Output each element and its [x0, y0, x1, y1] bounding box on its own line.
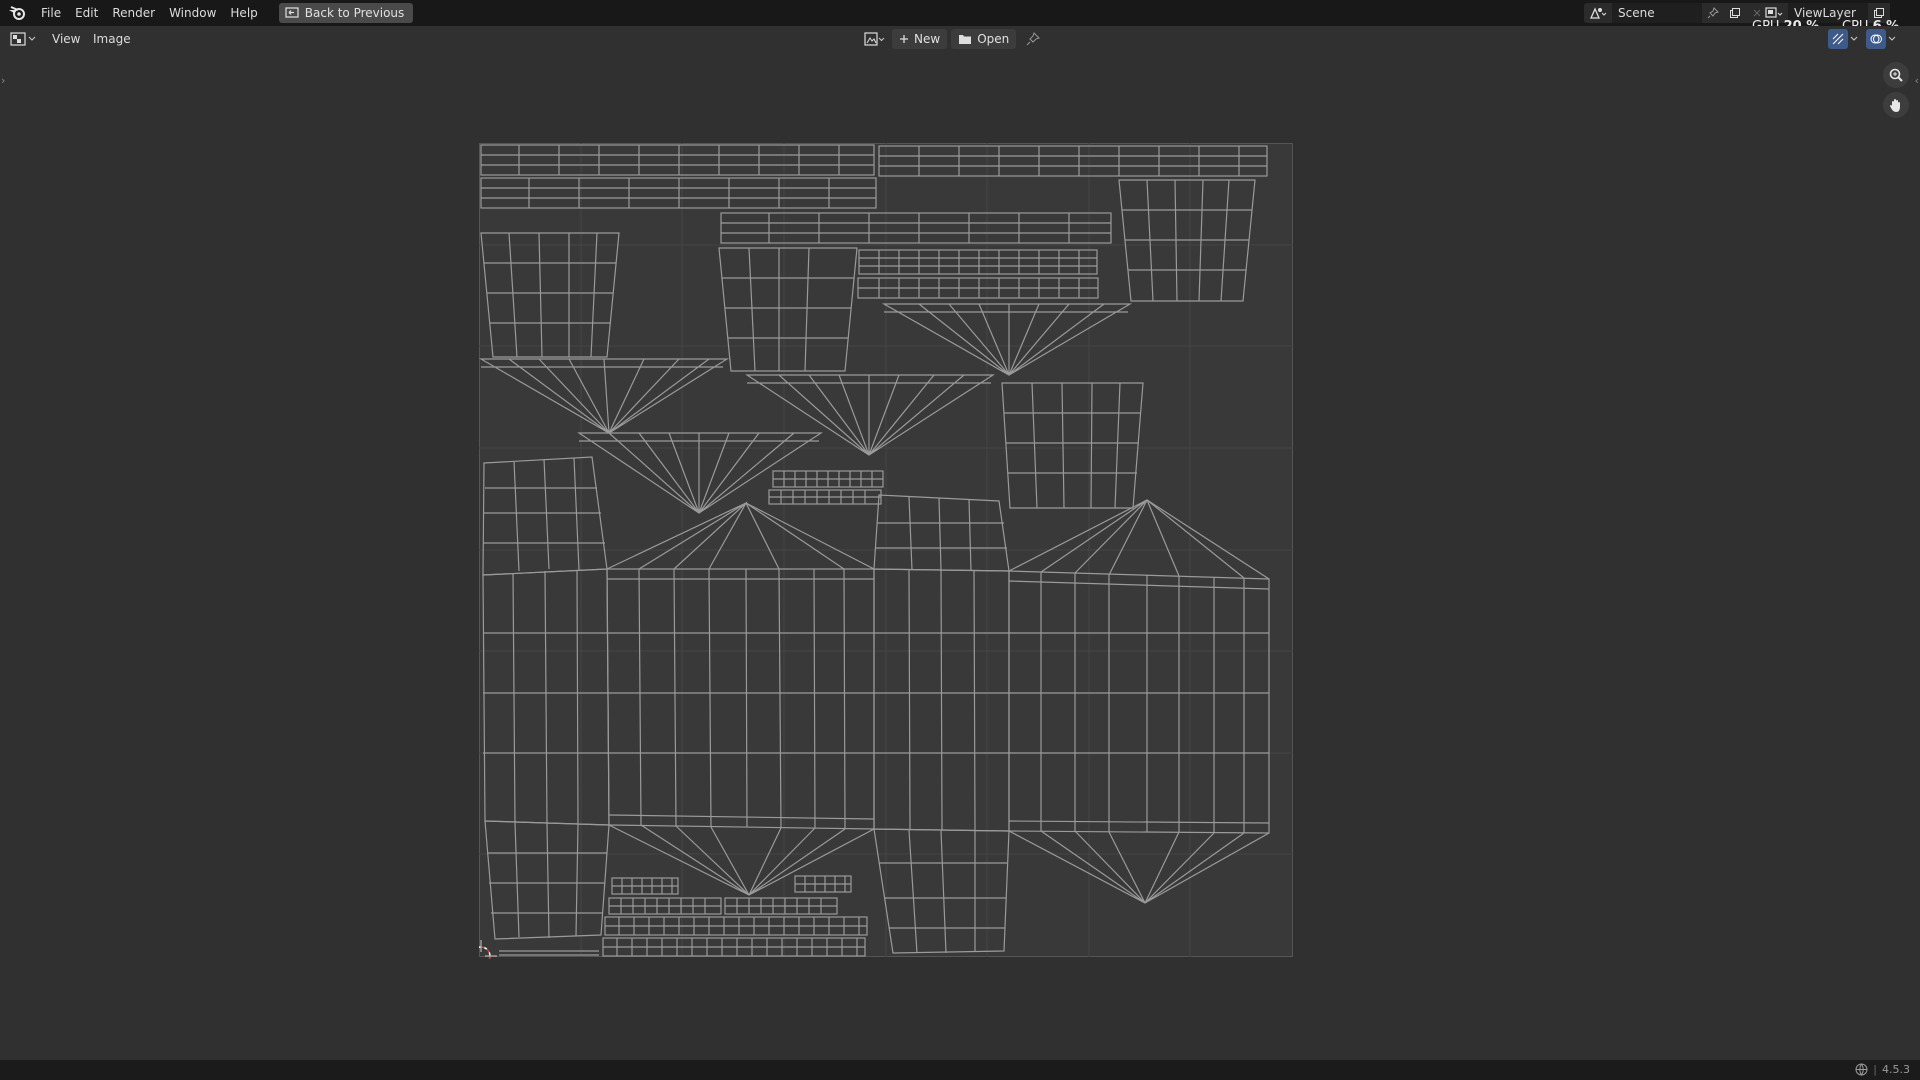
hand-pan-icon[interactable]	[1883, 92, 1909, 118]
new-image-label: New	[914, 32, 941, 46]
overlay-tools	[1828, 29, 1896, 49]
back-to-previous-button[interactable]: Back to Previous	[278, 3, 414, 23]
viewlayer-icon	[1765, 7, 1783, 18]
scene-browse-button[interactable]	[1584, 3, 1612, 23]
globe-icon	[1855, 1063, 1868, 1076]
scene-name-field[interactable]: Scene	[1612, 3, 1702, 23]
back-to-previous-label: Back to Previous	[304, 6, 405, 20]
editor-type-icon	[10, 32, 26, 46]
image-editor-header: View Image New Open	[0, 26, 1920, 52]
top-bar: File Edit Render Window Help Back to Pre…	[0, 0, 1920, 34]
back-icon	[285, 7, 299, 18]
scene-new-icon[interactable]	[1724, 3, 1746, 23]
uv-canvas[interactable]	[479, 143, 1295, 959]
menu-help[interactable]: Help	[223, 0, 264, 26]
pin-icon	[1026, 32, 1041, 46]
uv-editor-viewport[interactable]: › ‹	[0, 52, 1920, 1060]
new-image-button[interactable]: New	[892, 29, 948, 49]
sidebar-expand-arrow-icon[interactable]: ‹	[1915, 74, 1919, 87]
uv-sync-button[interactable]	[1828, 29, 1848, 49]
scene-icon	[1589, 7, 1607, 19]
uv-sync-icon	[1832, 33, 1844, 45]
editor-type-button[interactable]	[10, 29, 40, 49]
image-browse-button[interactable]	[862, 29, 888, 49]
menu-window[interactable]: Window	[162, 0, 223, 26]
image-tools: New Open	[862, 29, 1046, 49]
chevron-down-icon	[28, 36, 36, 41]
scene-pin-icon[interactable]	[1702, 3, 1724, 23]
open-folder-icon	[959, 35, 972, 44]
image-browse-icon	[864, 32, 885, 46]
menu-edit[interactable]: Edit	[68, 0, 105, 26]
version-info: | 4.5.3	[1855, 1063, 1910, 1076]
menu-image[interactable]: Image	[93, 29, 131, 49]
open-image-button[interactable]: Open	[951, 29, 1017, 49]
pin-button[interactable]	[1020, 29, 1046, 49]
scene-selector: Scene	[1584, 3, 1768, 23]
version-label: 4.5.3	[1882, 1063, 1910, 1076]
blender-logo-icon[interactable]	[0, 0, 34, 26]
overlays-icon	[1870, 34, 1882, 44]
menu-file[interactable]: File	[34, 0, 68, 26]
status-bar: | 4.5.3	[0, 1060, 1920, 1080]
open-image-label: Open	[977, 32, 1010, 46]
overlays-button[interactable]	[1866, 29, 1886, 49]
chevron-down-icon	[1888, 36, 1896, 41]
toolbar-expand-arrow-icon[interactable]: ›	[1, 74, 5, 87]
chevron-down-icon	[1850, 36, 1858, 41]
zoom-icon[interactable]	[1883, 62, 1909, 88]
menu-view[interactable]: View	[52, 29, 80, 49]
menu-render[interactable]: Render	[105, 0, 162, 26]
new-plus-icon	[900, 35, 908, 43]
